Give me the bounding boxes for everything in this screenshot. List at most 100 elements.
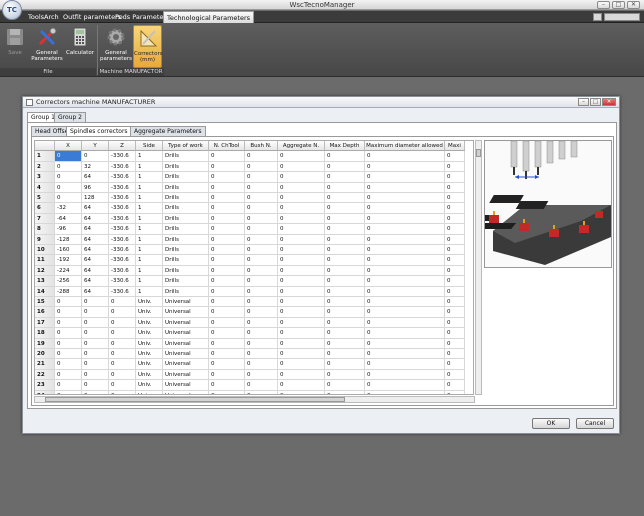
grid-cell[interactable]: Univ. — [136, 328, 163, 339]
grid-cell[interactable]: -224 — [55, 265, 82, 277]
grid-cell[interactable]: 0 — [278, 369, 325, 381]
grid-cell[interactable]: 0 — [325, 172, 365, 183]
grid-cell[interactable]: 0 — [209, 182, 245, 193]
grid-cell[interactable]: 0 — [278, 234, 325, 245]
grid-cell[interactable]: 0 — [365, 161, 445, 173]
grid-cell[interactable]: 0 — [209, 213, 245, 225]
grid-cell[interactable]: 0 — [365, 338, 445, 349]
general-parameters-button[interactable]: General Parameters — [30, 25, 64, 68]
grid-cell[interactable]: 0 — [55, 349, 82, 360]
grid-cell[interactable]: -160 — [55, 245, 82, 256]
help-icon[interactable] — [593, 13, 602, 21]
grid-cell[interactable]: Universal — [163, 307, 209, 318]
calculator-button[interactable]: Calculator — [66, 25, 94, 68]
grid-cell[interactable]: -330.6 — [109, 245, 136, 256]
tab-group-2[interactable]: Group 2 — [54, 112, 86, 122]
grid-cell[interactable]: 0 — [445, 317, 465, 329]
column-header[interactable]: Type of work — [163, 141, 209, 152]
vertical-scroll-thumb[interactable] — [476, 149, 481, 157]
grid-cell[interactable]: 0 — [245, 276, 278, 287]
grid-cell[interactable]: 0 — [55, 193, 82, 204]
grid-cell[interactable]: 0 — [82, 390, 109, 394]
grid-cell[interactable]: 0 — [245, 390, 278, 394]
grid-cell[interactable]: Univ. — [136, 307, 163, 318]
grid-cell[interactable]: 0 — [325, 161, 365, 173]
grid-cell[interactable]: 0 — [365, 307, 445, 318]
grid-cell[interactable]: Drills — [163, 182, 209, 193]
grid-cell[interactable]: Universal — [163, 317, 209, 329]
grid-cell[interactable]: 0 — [278, 182, 325, 193]
grid-cell[interactable]: 0 — [445, 338, 465, 349]
grid-cell[interactable]: -256 — [55, 276, 82, 287]
grid-cell[interactable]: 0 — [278, 297, 325, 308]
grid-cell[interactable]: 0 — [445, 390, 465, 394]
grid-cell[interactable]: 0 — [365, 213, 445, 225]
grid-cell[interactable]: 0 — [365, 234, 445, 245]
grid-cell[interactable]: Drills — [163, 286, 209, 297]
grid-cell[interactable]: -330.6 — [109, 255, 136, 266]
grid-cell[interactable]: 0 — [278, 224, 325, 235]
grid-cell[interactable]: Universal — [163, 359, 209, 370]
grid-cell[interactable]: 0 — [278, 286, 325, 297]
column-header[interactable]: Z — [109, 141, 136, 152]
grid-cell[interactable]: 0 — [365, 172, 445, 183]
grid-cell[interactable]: 0 — [325, 359, 365, 370]
grid-cell[interactable]: 0 — [209, 349, 245, 360]
grid-cell[interactable]: 0 — [445, 203, 465, 214]
grid-cell[interactable]: 0 — [245, 317, 278, 329]
grid-cell[interactable]: 1 — [136, 224, 163, 235]
grid-cell[interactable]: 64 — [82, 265, 109, 277]
grid-cell[interactable]: 0 — [245, 380, 278, 391]
grid-cell[interactable]: 0 — [82, 328, 109, 339]
grid-cell[interactable]: 0 — [445, 276, 465, 287]
grid-cell[interactable]: 0 — [278, 193, 325, 204]
grid-cell[interactable]: 0 — [109, 380, 136, 391]
grid-cell[interactable]: 0 — [82, 151, 109, 162]
grid-cell[interactable]: Universal — [163, 297, 209, 308]
grid-cell[interactable]: 1 — [136, 245, 163, 256]
grid-cell[interactable]: -330.6 — [109, 193, 136, 204]
grid-cell[interactable]: 0 — [445, 380, 465, 391]
save-button[interactable]: Save — [4, 25, 26, 68]
grid-cell[interactable]: 0 — [325, 307, 365, 318]
grid-cell[interactable]: 0 — [278, 317, 325, 329]
grid-cell[interactable]: 64 — [82, 234, 109, 245]
grid-cell[interactable]: 0 — [209, 265, 245, 277]
grid-cell[interactable]: 0 — [82, 307, 109, 318]
grid-cell[interactable]: 0 — [55, 390, 82, 394]
grid-cell[interactable]: Drills — [163, 213, 209, 225]
grid-cell[interactable]: 0 — [445, 286, 465, 297]
grid-cell[interactable]: 128 — [82, 193, 109, 204]
grid-cell[interactable]: -330.6 — [109, 224, 136, 235]
dialog-close-button[interactable]: ✕ — [602, 98, 616, 106]
grid-cell[interactable]: 0 — [445, 328, 465, 339]
grid-cell[interactable]: Univ. — [136, 297, 163, 308]
grid-cell[interactable]: 0 — [209, 224, 245, 235]
grid-cell[interactable]: 0 — [278, 265, 325, 277]
grid-cell[interactable]: Drills — [163, 151, 209, 162]
grid-cell[interactable]: 0 — [278, 390, 325, 394]
grid-cell[interactable]: 0 — [209, 297, 245, 308]
grid-cell[interactable]: 0 — [278, 380, 325, 391]
grid-cell[interactable]: 0 — [109, 297, 136, 308]
grid-cell[interactable]: Universal — [163, 338, 209, 349]
grid-cell[interactable]: 0 — [325, 328, 365, 339]
ok-button[interactable]: OK — [532, 418, 570, 429]
grid-cell[interactable]: 0 — [245, 307, 278, 318]
grid-cell[interactable]: 0 — [55, 297, 82, 308]
grid-cell[interactable]: 0 — [245, 338, 278, 349]
grid-cell[interactable]: 0 — [209, 276, 245, 287]
grid-cell[interactable]: 0 — [209, 328, 245, 339]
grid-cell[interactable]: -288 — [55, 286, 82, 297]
grid-cell[interactable]: 0 — [325, 338, 365, 349]
grid-cell[interactable]: 0 — [278, 338, 325, 349]
grid-cell[interactable]: 64 — [82, 245, 109, 256]
grid-cell[interactable]: 0 — [325, 265, 365, 277]
grid-cell[interactable]: 0 — [245, 182, 278, 193]
grid-cell[interactable]: Drills — [163, 265, 209, 277]
cancel-button[interactable]: Cancel — [576, 418, 614, 429]
grid-cell[interactable]: 0 — [325, 224, 365, 235]
grid-cell[interactable]: 0 — [365, 390, 445, 394]
grid-cell[interactable]: 0 — [82, 297, 109, 308]
grid-cell[interactable]: 0 — [55, 359, 82, 370]
